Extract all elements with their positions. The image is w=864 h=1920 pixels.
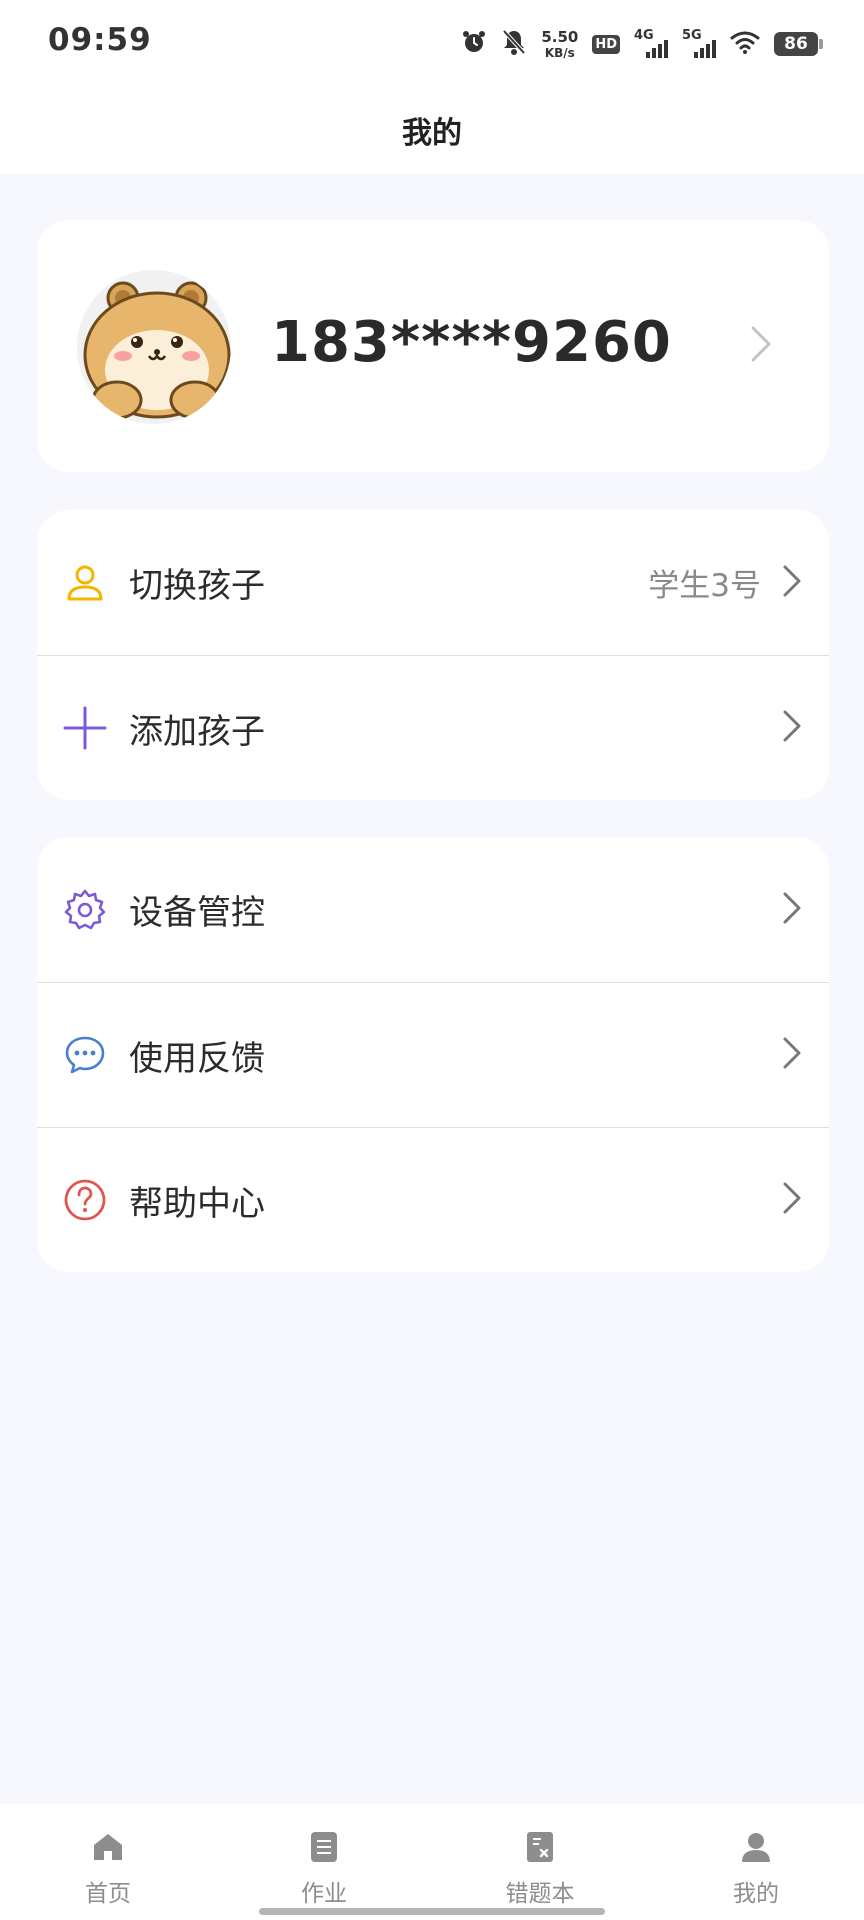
chevron-right-icon	[749, 324, 773, 368]
settings-menu-card: 设备管控 使用反馈 帮助中心	[37, 837, 829, 1272]
chat-bubble-icon	[61, 1031, 109, 1079]
mine-screen: 09:59 5.50 KB/s HD 4G 5G 86 我的 183****92…	[0, 0, 864, 1920]
status-icons: 5.50 KB/s HD 4G 5G 86	[461, 24, 823, 64]
network-speed-value: 5.50	[541, 27, 579, 46]
tab-home[interactable]: 首页	[0, 1804, 216, 1920]
account-phone-number: 183****9260	[271, 310, 672, 375]
tab-mistake-book[interactable]: 错题本	[432, 1804, 648, 1920]
wifi-icon	[730, 30, 760, 58]
gear-icon	[61, 886, 109, 934]
chevron-right-icon	[781, 1035, 803, 1075]
network-speed-unit: KB/s	[544, 45, 575, 60]
person-icon	[61, 559, 109, 607]
children-menu-card: 切换孩子 学生3号 添加孩子	[37, 510, 829, 800]
current-child-value: 学生3号	[648, 568, 761, 604]
menu-item-label: 切换孩子	[129, 566, 265, 606]
menu-item-device-control[interactable]: 设备管控	[37, 837, 829, 982]
chevron-right-icon	[781, 890, 803, 930]
plus-icon	[61, 704, 109, 752]
question-circle-icon	[61, 1176, 109, 1224]
hamster-avatar-icon	[77, 270, 231, 424]
profile-card[interactable]: 183****9260	[37, 220, 829, 472]
status-time: 09:59	[48, 22, 152, 58]
cellular-signal-2: 5G	[682, 28, 716, 60]
menu-item-help-center[interactable]: 帮助中心	[37, 1127, 829, 1272]
alarm-icon	[461, 29, 487, 59]
chevron-right-icon	[781, 1180, 803, 1220]
chevron-right-icon	[781, 563, 803, 603]
menu-item-label: 帮助中心	[129, 1183, 265, 1224]
menu-item-add-child[interactable]: 添加孩子	[37, 655, 829, 800]
tab-mine[interactable]: 我的	[648, 1804, 864, 1920]
status-bar: 09:59 5.50 KB/s HD 4G 5G 86	[0, 0, 864, 86]
tab-label: 错题本	[505, 1881, 575, 1907]
mute-bell-icon	[501, 28, 527, 60]
menu-item-label: 设备管控	[129, 893, 265, 933]
home-icon	[91, 1830, 125, 1864]
page-header: 我的	[0, 86, 864, 174]
tab-label: 首页	[85, 1881, 131, 1907]
menu-item-switch-child[interactable]: 切换孩子 学生3号	[37, 510, 829, 655]
person-icon	[739, 1830, 773, 1864]
page-title: 我的	[402, 116, 462, 151]
menu-item-feedback[interactable]: 使用反馈	[37, 982, 829, 1127]
home-indicator[interactable]	[259, 1908, 605, 1915]
chevron-right-icon	[781, 708, 803, 748]
signal-bars-icon	[694, 40, 716, 58]
tab-label: 作业	[301, 1881, 347, 1907]
battery-indicator: 86	[774, 32, 823, 56]
signal-bars-icon	[646, 40, 668, 58]
menu-item-label: 使用反馈	[129, 1038, 265, 1079]
cellular-signal-1: 4G	[634, 28, 668, 60]
bottom-tab-bar: 首页 作业 错题本 我的	[0, 1804, 864, 1920]
tab-label: 我的	[733, 1881, 779, 1907]
menu-item-label: 添加孩子	[129, 711, 265, 752]
tab-homework[interactable]: 作业	[216, 1804, 432, 1920]
mistake-book-icon	[523, 1830, 557, 1864]
document-icon	[307, 1830, 341, 1864]
network-speed: 5.50 KB/s	[541, 27, 579, 60]
hd-badge: HD	[592, 34, 620, 54]
